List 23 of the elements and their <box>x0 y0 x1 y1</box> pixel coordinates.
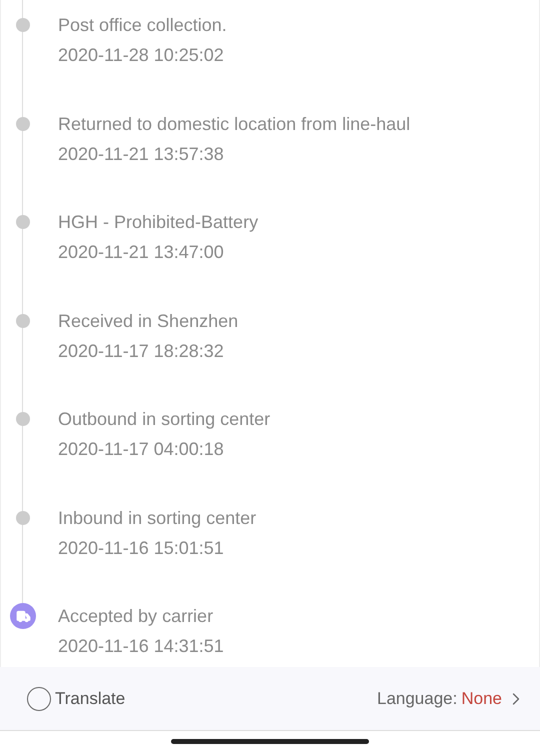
event-time: 2020-11-17 04:00:18 <box>58 438 224 461</box>
timeline-dot <box>16 510 30 524</box>
event-title: Inbound in sorting center <box>58 506 256 530</box>
timeline-dot <box>16 215 30 229</box>
event-title: Accepted by carrier <box>58 605 214 628</box>
truck-icon <box>10 603 36 629</box>
event-time: 2020-11-28 10:25:02 <box>58 44 224 67</box>
event-title: HGH - Prohibited-Battery <box>58 211 258 234</box>
event-title: Received in Shenzhen <box>58 310 238 332</box>
event-title: Outbound in sorting center <box>58 408 270 431</box>
timeline-dot <box>16 18 30 32</box>
timeline-dot <box>16 412 30 426</box>
event-time: 2020-11-21 13:47:00 <box>58 241 224 264</box>
timeline-dot <box>16 314 30 328</box>
language-selector[interactable]: Language: None <box>376 688 526 708</box>
timeline-dot <box>16 116 30 130</box>
event-time: 2020-11-17 18:28:32 <box>58 340 224 362</box>
event-time: 2020-11-16 15:01:51 <box>58 536 224 560</box>
event-title: Post office collection. <box>58 14 227 37</box>
translate-checkbox[interactable]: Translate <box>27 686 126 710</box>
event-time: 2020-11-16 14:31:51 <box>58 635 224 658</box>
event-time: 2020-11-21 13:57:38 <box>58 142 224 166</box>
event-title: Returned to domestic location from line-haul <box>58 112 410 136</box>
